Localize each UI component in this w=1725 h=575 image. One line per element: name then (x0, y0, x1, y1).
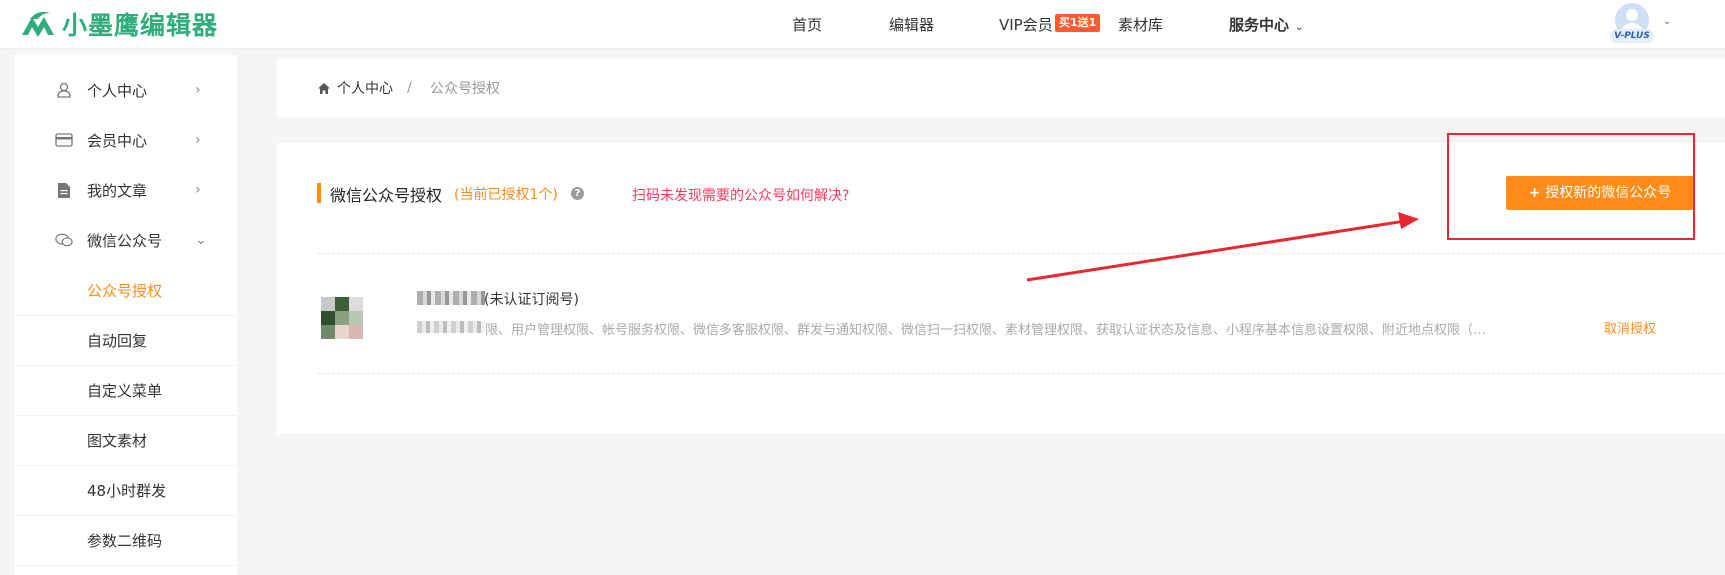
sidebar-item-label: 我的文章 (87, 181, 148, 200)
sidebar-subitem-label: 自动回复 (87, 331, 148, 350)
card-icon (55, 131, 73, 149)
sidebar-subitem-label: 参数二维码 (87, 531, 163, 550)
sidebar-subitem-label: 公众号授权 (87, 281, 163, 300)
chevron-right-icon: › (195, 132, 201, 148)
vip-promo-badge: 买1送1 (1055, 14, 1101, 32)
page-title: 微信公众号授权 (330, 186, 443, 205)
breadcrumb-home-label: 个人中心 (337, 81, 393, 97)
chevron-down-icon: ⌄ (1295, 22, 1304, 33)
sidebar-item-label: 个人中心 (87, 81, 148, 100)
account-permissions: 限、用户管理权限、帐号服务权限、微信多客服权限、群发与通知权限、微信扫一扫权限、… (485, 323, 1490, 338)
nav-service-center[interactable]: 服务中心 ⌄ (1229, 14, 1303, 35)
section-accent-bar (317, 183, 321, 203)
sidebar-subitem-account-auth[interactable]: 公众号授权 (15, 265, 237, 316)
account-type: (未认证订阅号) (484, 292, 579, 308)
sidebar-item-my-articles[interactable]: 我的文章 › (15, 165, 237, 215)
nav-materials[interactable]: 素材库 (1118, 14, 1163, 35)
divider (317, 373, 1725, 374)
breadcrumb-current: 公众号授权 (430, 81, 500, 97)
wechat-icon (55, 231, 73, 249)
account-avatar (317, 293, 367, 343)
sidebar-subitem-auto-reply[interactable]: 自动回复 (15, 315, 237, 366)
sidebar-subitem-custom-menu[interactable]: 自定义菜单 (15, 365, 237, 416)
chevron-right-icon: › (195, 82, 201, 98)
top-header: 小墨鹰编辑器 首页 编辑器 VIP会员 买1送1 素材库 服务中心 ⌄ V-PLU… (0, 0, 1725, 49)
sidebar-item-wechat[interactable]: 微信公众号 ⌄ (15, 215, 237, 265)
revoke-auth-link[interactable]: 取消授权 (1604, 318, 1656, 337)
chevron-down-icon[interactable]: ⌄ (1663, 16, 1671, 27)
sidebar-item-label: 会员中心 (87, 131, 148, 150)
breadcrumb-separator: / (407, 80, 412, 96)
sidebar-subitem-qrcode[interactable]: 参数二维码 (15, 515, 237, 566)
sidebar-subitem-media[interactable]: 图文素材 (15, 415, 237, 466)
sidebar-item-member-center[interactable]: 会员中心 › (15, 115, 237, 165)
logo[interactable]: 小墨鹰编辑器 (20, 6, 218, 42)
sidebar-subitem-label: 自定义菜单 (87, 381, 163, 400)
permissions-redacted (417, 321, 485, 333)
divider (317, 253, 1725, 254)
question-icon[interactable]: ? (571, 187, 584, 200)
sidebar-subitem-broadcast[interactable]: 48小时群发 (15, 465, 237, 516)
breadcrumb-home[interactable]: 个人中心 (317, 78, 393, 98)
user-avatar[interactable]: V-PLUS (1607, 3, 1657, 43)
document-icon (55, 181, 73, 199)
sidebar: 个人中心 › 会员中心 › 我的文章 › 微信公众号 ⌄ 公众号授权 自动回复 … (15, 55, 237, 575)
nav-service-label: 服务中心 (1229, 16, 1290, 34)
nav-vip[interactable]: VIP会员 (999, 14, 1053, 35)
account-name-redacted (417, 291, 485, 305)
vplus-badge: V-PLUS (1610, 29, 1654, 43)
eagle-logo-icon (22, 11, 54, 37)
scan-help-link[interactable]: 扫码未发现需要的公众号如何解决? (632, 185, 849, 205)
home-icon (318, 82, 330, 94)
sidebar-subitem-label: 图文素材 (87, 431, 148, 450)
logo-text: 小墨鹰编辑器 (62, 11, 219, 40)
nav-editor[interactable]: 编辑器 (889, 14, 934, 35)
chevron-down-icon: ⌄ (195, 232, 207, 248)
chevron-right-icon: › (195, 182, 201, 198)
breadcrumb: 个人中心 / 公众号授权 (277, 59, 1725, 117)
sidebar-item-personal-center[interactable]: 个人中心 › (15, 65, 237, 115)
sidebar-subitem-label: 48小时群发 (87, 481, 167, 500)
user-icon (55, 81, 73, 99)
nav-home[interactable]: 首页 (792, 14, 822, 35)
sidebar-item-label: 微信公众号 (87, 231, 163, 250)
annotation-highlight-box (1447, 133, 1695, 240)
auth-count: (当前已授权1个) (454, 187, 558, 203)
